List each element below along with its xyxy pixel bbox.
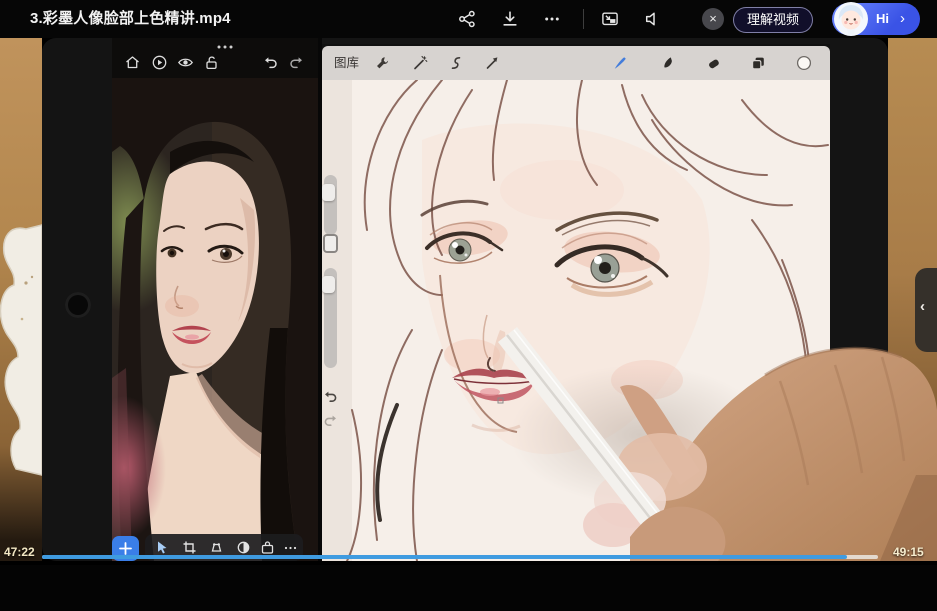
undo-arrow-icon[interactable] bbox=[322, 388, 339, 405]
close-button[interactable]: × bbox=[702, 8, 724, 30]
download-icon[interactable] bbox=[501, 10, 519, 28]
picture-in-picture-icon[interactable] bbox=[601, 10, 619, 28]
home-icon[interactable] bbox=[124, 54, 141, 71]
brush-tool-icon[interactable] bbox=[612, 55, 628, 71]
gallery-button[interactable]: 图库 bbox=[334, 46, 359, 80]
eraser-tool-icon[interactable] bbox=[706, 55, 722, 71]
current-time: 47:22 bbox=[4, 545, 35, 559]
video-title: 3.彩墨人像脸部上色精讲.mp4 bbox=[30, 0, 231, 38]
color-swatch-icon[interactable] bbox=[796, 55, 812, 71]
chevron-right-icon: › bbox=[900, 3, 905, 35]
smudge-tool-icon[interactable] bbox=[659, 55, 675, 71]
redo-icon[interactable] bbox=[288, 54, 305, 71]
more-options-icon[interactable] bbox=[543, 10, 561, 28]
unlock-icon[interactable] bbox=[203, 54, 220, 71]
procreate-app: 图库 bbox=[322, 44, 830, 561]
toolbar-divider bbox=[583, 9, 584, 29]
brush-size-knob[interactable] bbox=[322, 184, 335, 201]
layers-icon[interactable] bbox=[750, 55, 766, 71]
mute-speaker-icon[interactable] bbox=[643, 10, 661, 28]
redo-arrow-icon[interactable] bbox=[322, 412, 339, 429]
progress-bar-row: 47:22 49:15 bbox=[0, 542, 937, 565]
player-controls-bar: 倍速 高清 字幕 查找 SVIP SVIP bbox=[0, 565, 937, 611]
title-bar: 3.彩墨人像脸部上色精讲.mp4 × 理解视频 bbox=[0, 0, 937, 38]
video-frame[interactable]: 图库 bbox=[0, 38, 937, 565]
transform-arrow-icon[interactable] bbox=[484, 55, 500, 71]
drag-handle-dots-icon[interactable] bbox=[216, 44, 234, 50]
visibility-eye-icon[interactable] bbox=[177, 54, 194, 71]
procreate-toolbar: 图库 bbox=[322, 46, 830, 80]
paper-cutout bbox=[0, 223, 46, 483]
chevron-left-icon: ‹ bbox=[920, 298, 925, 315]
actions-wrench-icon[interactable] bbox=[374, 55, 390, 71]
reference-app-toolbar bbox=[120, 50, 316, 76]
procreate-canvas[interactable] bbox=[322, 80, 830, 561]
watercolor-portrait-art bbox=[322, 80, 830, 561]
share-icon[interactable] bbox=[458, 10, 476, 28]
assistant-avatar bbox=[833, 1, 869, 37]
procreate-sidebar bbox=[322, 170, 340, 440]
modify-button[interactable] bbox=[323, 234, 338, 253]
assistant-button[interactable]: Hi › bbox=[832, 3, 920, 35]
total-duration: 49:15 bbox=[893, 545, 924, 559]
seek-bar[interactable] bbox=[42, 555, 878, 559]
brush-opacity-knob[interactable] bbox=[322, 276, 335, 293]
seek-bar-fill bbox=[42, 555, 847, 559]
collapse-panel-tab[interactable]: ‹ bbox=[915, 268, 937, 352]
undo-icon[interactable] bbox=[262, 54, 279, 71]
ipad-camera bbox=[65, 292, 91, 318]
reference-photo bbox=[112, 78, 318, 561]
play-circle-icon[interactable] bbox=[151, 54, 168, 71]
assistant-label: Hi bbox=[876, 3, 889, 35]
selection-icon[interactable] bbox=[448, 55, 464, 71]
adjustments-wand-icon[interactable] bbox=[412, 55, 428, 71]
video-player-window: 3.彩墨人像脸部上色精讲.mp4 × 理解视频 bbox=[0, 0, 937, 611]
ipad-device: 图库 bbox=[42, 38, 888, 561]
understand-video-button[interactable]: 理解视频 bbox=[733, 7, 813, 33]
reference-photo-app bbox=[112, 38, 318, 561]
